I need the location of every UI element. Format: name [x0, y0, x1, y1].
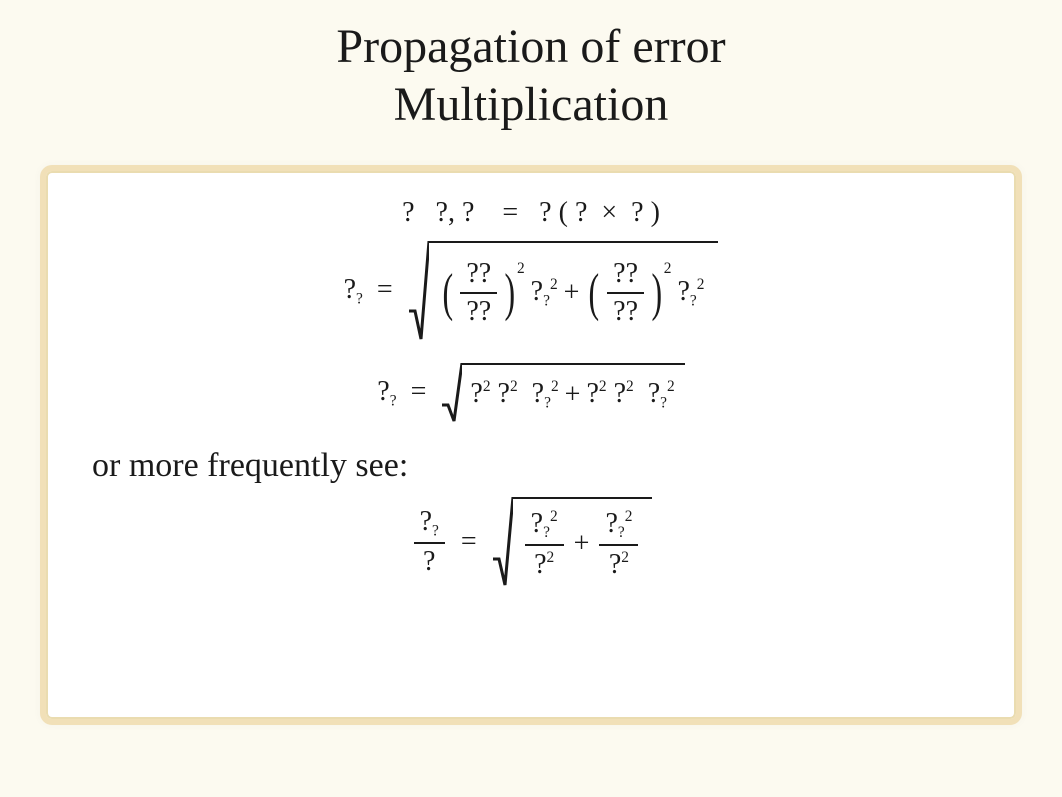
eq4-sqrt: ??2 ?2 + ??2 ?2 [493, 497, 653, 587]
title-line-2: Multiplication [0, 76, 1062, 134]
equation-3: ?? = ?2 ?2 ??2 + ?2 [86, 363, 976, 423]
equation-1: ? ?, ? = ? ( ? × ? ) [86, 197, 976, 229]
equation-4: ?? ? = ??2 [86, 497, 976, 587]
eq3-sqrt: ?2 ?2 ??2 + ?2 ?2 ??2 [442, 363, 684, 423]
eq2-lhs: ?? = [344, 274, 393, 308]
title-line-1: Propagation of error [0, 18, 1062, 76]
slide-title: Propagation of error Multiplication [0, 0, 1062, 133]
eq2-sqrt: ( ?? ?? ) 2 ??2 + [409, 241, 719, 341]
content-box: ? ?, ? = ? ( ? × ? ) ?? = [40, 165, 1022, 725]
radical-icon [493, 497, 513, 587]
caption-text: or more frequently see: [92, 447, 976, 485]
radical-icon [442, 363, 462, 423]
eq4-lhs: ?? ? [414, 506, 445, 579]
radical-icon [409, 241, 429, 341]
equation-2: ?? = ( ?? ?? [86, 241, 976, 341]
slide: Propagation of error Multiplication ? ?,… [0, 0, 1062, 797]
